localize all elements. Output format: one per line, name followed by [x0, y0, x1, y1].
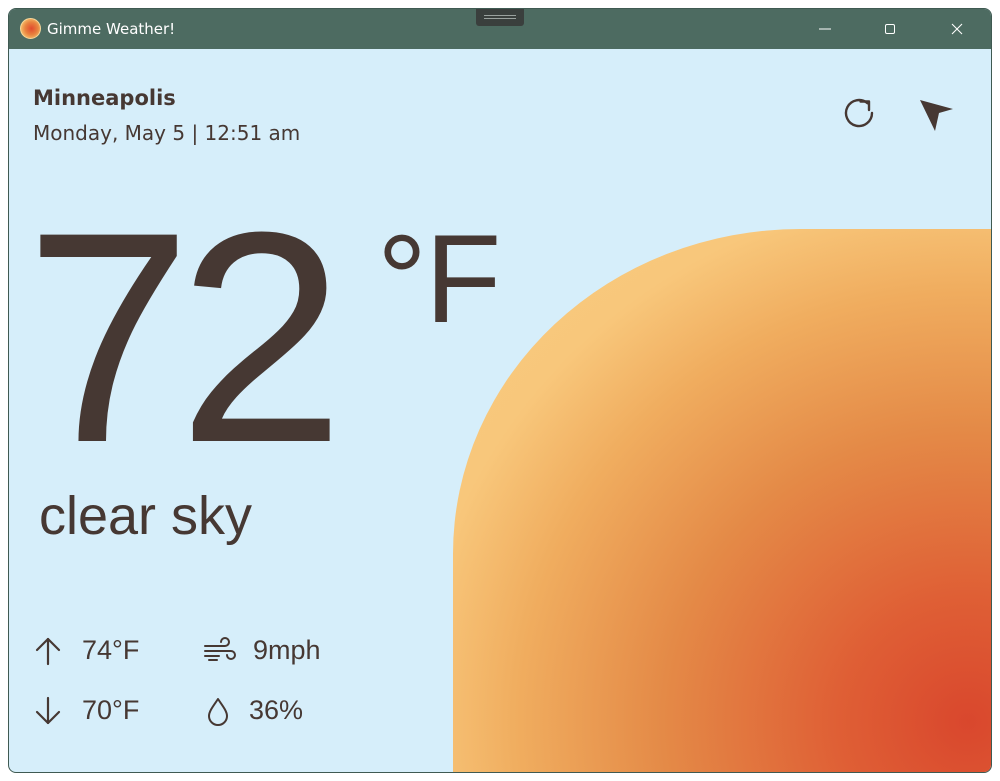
title-bar[interactable]: Gimme Weather! — [9, 9, 991, 49]
city-name: Minneapolis — [33, 86, 176, 110]
low-temperature-value: 70°F — [82, 695, 140, 725]
wind-icon — [204, 636, 236, 661]
temperature-value: 72 — [25, 169, 345, 505]
weather-panel: Minneapolis Monday, May 5 | 12:51 am 72 … — [9, 49, 991, 772]
minimize-icon — [819, 28, 831, 30]
wind-speed: 9mph — [203, 635, 321, 666]
sun-illustration — [453, 229, 991, 772]
close-button[interactable] — [934, 9, 980, 49]
refresh-icon — [844, 98, 874, 128]
snap-layout-handle[interactable] — [476, 9, 524, 26]
temperature-unit: °F — [377, 210, 501, 349]
water-drop-icon — [208, 697, 228, 726]
high-temperature-value: 74°F — [82, 635, 140, 665]
close-icon — [951, 23, 963, 35]
humidity-value: 36% — [249, 695, 304, 725]
arrow-up-icon — [35, 637, 61, 665]
high-temperature: 74°F — [33, 635, 139, 666]
wind-speed-value: 9mph — [253, 635, 321, 665]
maximize-icon — [885, 24, 895, 34]
locate-button[interactable] — [915, 93, 955, 133]
low-temperature: 70°F — [33, 695, 139, 726]
maximize-button[interactable] — [867, 9, 913, 49]
arrow-down-icon — [35, 696, 61, 724]
navigation-arrow-icon — [920, 100, 953, 131]
humidity: 36% — [203, 695, 303, 726]
minimize-button[interactable] — [802, 9, 848, 49]
refresh-button[interactable] — [840, 93, 880, 133]
window-title: Gimme Weather! — [47, 20, 176, 38]
sun-app-icon — [20, 18, 41, 39]
weather-condition: clear sky — [39, 486, 253, 546]
date-time: Monday, May 5 | 12:51 am — [33, 121, 301, 145]
app-window: Gimme Weather! Minneapolis Monday, May 5… — [8, 8, 992, 773]
